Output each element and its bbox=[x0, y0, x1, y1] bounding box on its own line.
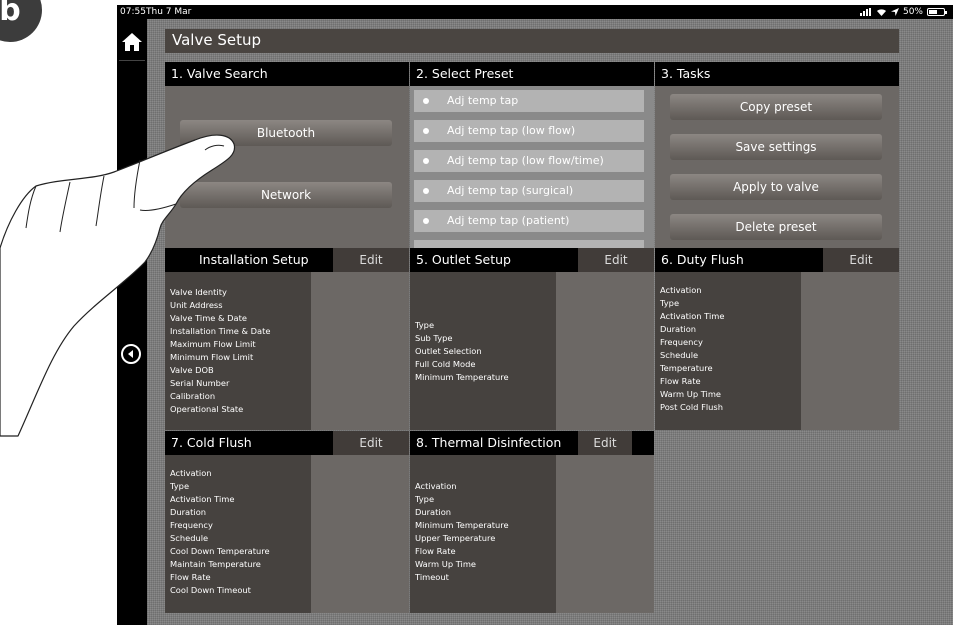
pointing-hand-icon bbox=[0, 134, 236, 437]
